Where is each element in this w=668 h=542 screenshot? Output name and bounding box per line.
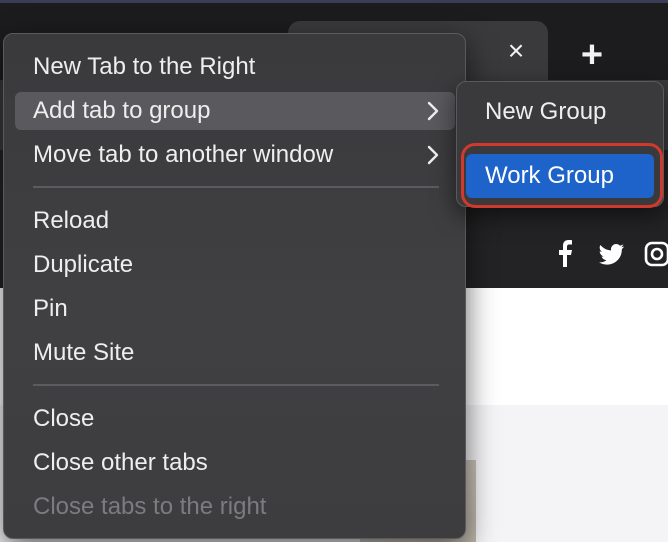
menu-item-label: Duplicate (33, 251, 134, 278)
submenu-item-label: New Group (485, 98, 607, 125)
menu-item-close-other-tabs[interactable]: Close other tabs (15, 444, 455, 482)
menu-separator (33, 384, 439, 386)
menu-item-label: Reload (33, 207, 110, 234)
submenu-item-work-group[interactable]: Work Group (466, 154, 654, 198)
menu-item-reload[interactable]: Reload (15, 202, 455, 240)
menu-item-label: Close tabs to the right (33, 493, 267, 520)
menu-item-mute-site[interactable]: Mute Site (15, 334, 455, 372)
menu-item-label: Close other tabs (33, 449, 208, 476)
menu-item-close-tabs-right: Close tabs to the right (15, 488, 455, 526)
tab-context-menu: New Tab to the Right Add tab to group Mo… (3, 33, 466, 539)
menu-item-label: Close (33, 405, 95, 432)
twitter-icon[interactable] (596, 238, 626, 268)
menu-item-label: Mute Site (33, 339, 135, 366)
menu-item-duplicate[interactable]: Duplicate (15, 246, 455, 284)
chevron-right-icon (425, 136, 441, 174)
menu-item-pin[interactable]: Pin (15, 290, 455, 328)
menu-item-label: Pin (33, 295, 68, 322)
submenu-item-new-group[interactable]: New Group (466, 90, 654, 134)
chevron-right-icon (425, 92, 441, 130)
menu-item-close[interactable]: Close (15, 400, 455, 438)
menu-item-label: New Tab to the Right (33, 53, 256, 80)
menu-item-label: Move tab to another window (33, 141, 334, 168)
menu-item-move-to-window[interactable]: Move tab to another window (15, 136, 455, 174)
menu-item-add-to-group[interactable]: Add tab to group (15, 92, 455, 130)
new-tab-button[interactable]: + (572, 36, 612, 77)
facebook-icon[interactable] (552, 238, 578, 268)
submenu-item-label: Work Group (485, 162, 614, 189)
add-to-group-submenu: New Group Work Group (456, 81, 664, 207)
menu-item-label: Add tab to group (33, 97, 211, 124)
menu-item-new-tab-right[interactable]: New Tab to the Right (15, 48, 455, 86)
menu-separator (33, 186, 439, 188)
instagram-icon[interactable] (644, 238, 668, 268)
tab-close-icon[interactable]: × (502, 37, 530, 65)
